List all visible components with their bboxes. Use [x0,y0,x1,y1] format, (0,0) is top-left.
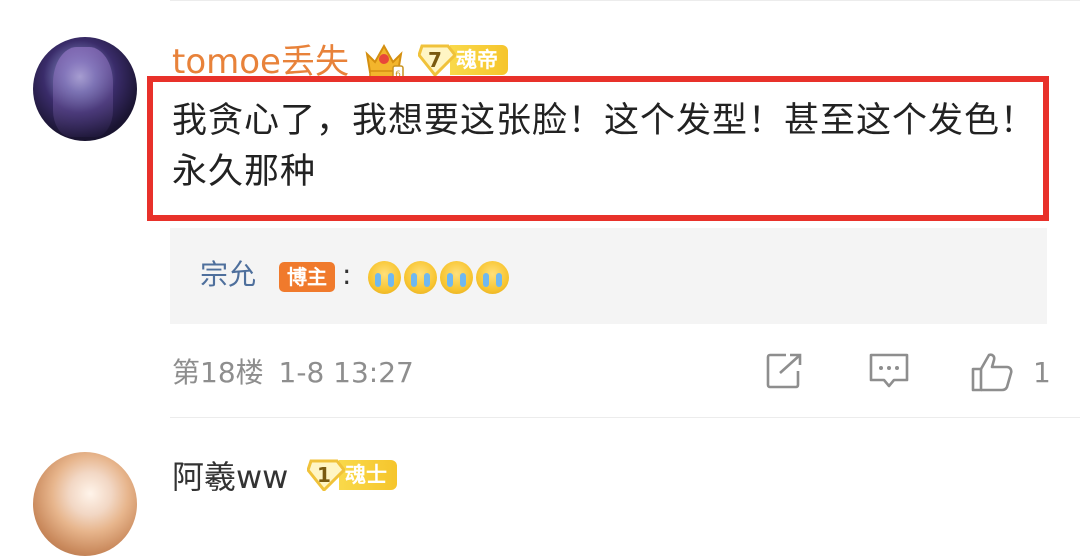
comment-divider [170,417,1080,418]
comment-meta: 第18楼 1-8 13:27 [172,353,414,393]
crying-emoji [368,261,401,294]
avatar[interactable] [33,37,137,141]
reply-separator: : [342,258,352,291]
level-number: 1 [317,463,331,487]
level-rank: 魂帝 [450,45,508,75]
comment-icon[interactable] [868,351,910,391]
level-diamond: 7 [418,44,456,76]
avatar[interactable] [33,452,137,556]
crying-emoji [476,261,509,294]
top-divider [170,0,1080,1]
comment-username[interactable]: 阿羲ww [172,455,288,499]
share-icon[interactable] [764,351,804,391]
crying-emoji [440,261,473,294]
level-diamond: 1 [307,459,345,491]
crying-emoji [404,261,437,294]
level-number: 7 [428,48,442,72]
host-badge: 博主 [279,262,335,292]
reply-preview[interactable]: 宗允 博主 : [170,228,1047,324]
like-count: 1 [1033,356,1051,389]
comment-text: 我贪心了，我想要这张脸！这个发型！甚至这个发色！永久那种 [172,101,1037,192]
reply-username[interactable]: 宗允 [200,255,256,295]
level-badge[interactable]: 7 魂帝 [418,44,508,76]
floor-number: 第18楼 [172,356,264,389]
avatar-figure [53,47,113,137]
level-rank: 魂士 [339,460,397,490]
level-badge[interactable]: 1 魂士 [307,459,397,491]
timestamp: 1-8 13:27 [278,356,414,389]
vip-crown-icon: 6 [365,43,404,80]
like-icon[interactable] [970,351,1014,393]
